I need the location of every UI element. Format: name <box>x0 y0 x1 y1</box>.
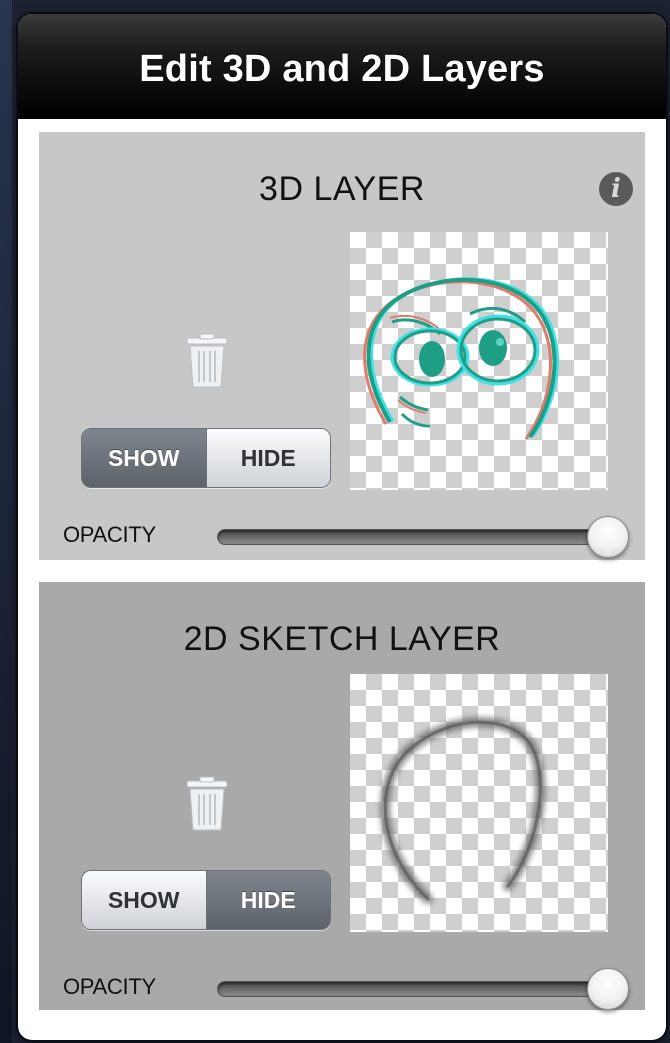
layer-3d-section: 3D LAYER i SHOW HIDE OPACITY <box>39 132 645 560</box>
trash-icon[interactable] <box>185 776 229 832</box>
layer-3d-thumbnail[interactable] <box>350 232 608 490</box>
show-button[interactable]: SHOW <box>82 429 207 487</box>
show-button[interactable]: SHOW <box>82 871 207 929</box>
visibility-toggle: SHOW HIDE <box>81 428 331 488</box>
layer-2d-title: 2D SKETCH LAYER <box>183 620 501 658</box>
dialog-title: Edit 3D and 2D Layers <box>139 48 545 90</box>
opacity-slider[interactable] <box>217 968 629 1010</box>
slider-knob[interactable] <box>587 968 629 1010</box>
opacity-label: OPACITY <box>63 974 156 999</box>
title-bar: Edit 3D and 2D Layers <box>18 14 666 119</box>
layer-2d-section: 2D SKETCH LAYER SHOW HIDE OPACITY <box>39 582 645 1010</box>
edit-layers-popover: Edit 3D and 2D Layers 3D LAYER i SHOW HI… <box>18 14 666 1040</box>
visibility-toggle: SHOW HIDE <box>81 870 331 930</box>
layer-2d-thumbnail[interactable] <box>350 674 608 932</box>
layer-3d-title: 3D LAYER <box>259 170 425 208</box>
slider-track[interactable] <box>217 529 627 545</box>
hide-button[interactable]: HIDE <box>206 871 330 929</box>
opacity-label: OPACITY <box>63 522 156 547</box>
background-strip <box>0 0 12 1043</box>
info-icon[interactable]: i <box>599 172 633 206</box>
hide-button[interactable]: HIDE <box>206 429 330 487</box>
slider-knob[interactable] <box>587 516 629 558</box>
opacity-slider[interactable] <box>217 516 629 558</box>
trash-icon[interactable] <box>185 333 229 389</box>
slider-track[interactable] <box>217 981 627 997</box>
